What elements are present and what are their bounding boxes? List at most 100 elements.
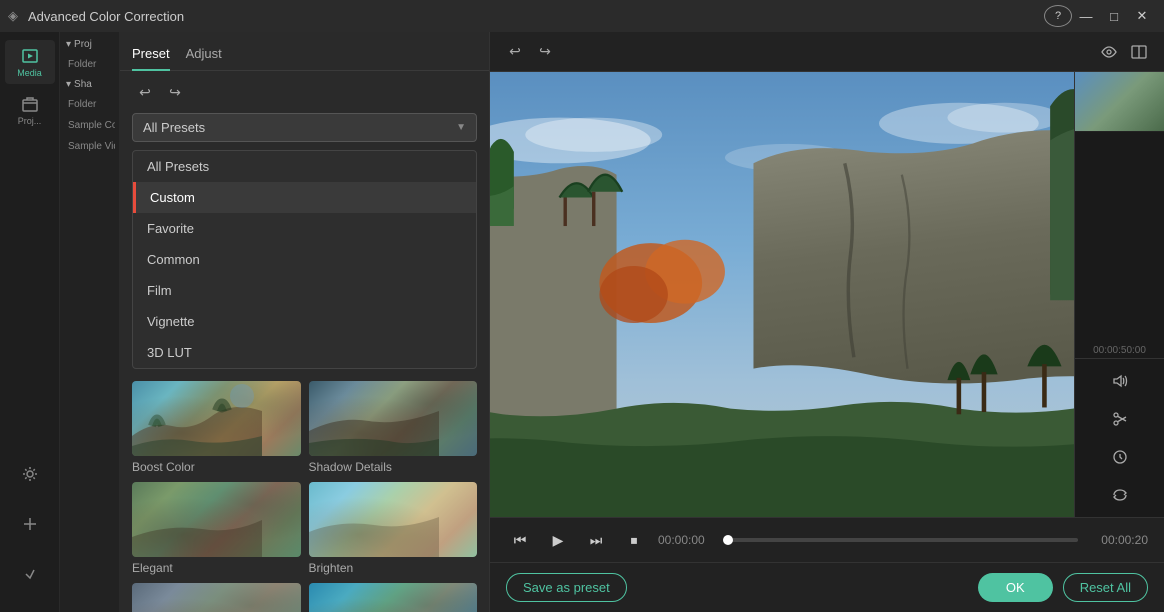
nav-action1[interactable] (5, 452, 55, 496)
sample-vid-item[interactable]: Sample Vid... (64, 137, 115, 156)
next-frame-button[interactable]: ⏭ (582, 526, 610, 554)
preset-shadow-details[interactable]: Shadow Details (309, 381, 478, 474)
nav-action3[interactable] (5, 552, 55, 596)
action3-icon (21, 565, 39, 583)
chevron-down-icon: ▼ (456, 122, 466, 133)
nav-media-label: Media (17, 68, 42, 78)
preset-extra1[interactable] (132, 583, 301, 612)
menu-item-custom[interactable]: Custom (133, 182, 476, 213)
action-buttons-right: OK Reset All (978, 573, 1148, 602)
preset-label-boost: Boost Color (132, 460, 301, 474)
action-bar: Save as preset OK Reset All (490, 562, 1164, 612)
tab-adjust[interactable]: Adjust (186, 40, 222, 71)
projects-icon (21, 95, 39, 113)
nav-projects-label: Proj... (18, 116, 42, 126)
preset-dropdown-container: All Presets ▼ (120, 113, 489, 150)
sample-co-item[interactable]: Sample Co... (64, 116, 115, 135)
play-button[interactable]: ▶ (544, 526, 572, 554)
nav-projects[interactable]: Proj... (5, 88, 55, 132)
current-time: 00:00:00 (658, 533, 718, 547)
menu-item-film[interactable]: Film (133, 275, 476, 306)
split-view-button[interactable] (1126, 39, 1152, 65)
preset-thumbnail-extra2 (309, 583, 478, 612)
redo-preview-button[interactable]: ↪ (532, 39, 558, 65)
preset-scene-elegant (132, 482, 262, 557)
preset-label-elegant: Elegant (132, 561, 301, 575)
project-panel: ▾ Proj Folder ▾ Sha Folder Sample Co... … (60, 32, 120, 612)
preset-thumbnail-brighten (309, 482, 478, 557)
volume-button[interactable] (1104, 365, 1136, 397)
nav-media[interactable]: Media (5, 40, 55, 84)
preview-and-sidebar: 00:00:50:00 (490, 72, 1164, 517)
eye-button[interactable] (1096, 39, 1122, 65)
close-button[interactable]: ✕ (1128, 5, 1156, 27)
preset-scene-shadow (309, 381, 439, 456)
previous-frame-button[interactable]: ⏮ (506, 526, 534, 554)
chevron-icon: ▾ (66, 39, 71, 50)
undo-preview-button[interactable]: ↩ (502, 39, 528, 65)
speed-icon (1112, 449, 1128, 465)
total-time: 00:00:20 (1088, 533, 1148, 547)
action2-icon (21, 515, 39, 533)
project-folder-header[interactable]: ▾ Proj (64, 36, 115, 53)
action1-icon (21, 465, 39, 483)
presets-grid: Boost Color Shadow Details (120, 369, 489, 612)
ok-button[interactable]: OK (978, 573, 1053, 602)
menu-item-vignette[interactable]: Vignette (133, 306, 476, 337)
strip-thumb-1[interactable] (1075, 72, 1164, 132)
preset-elegant[interactable]: Elegant (132, 482, 301, 575)
undo-button[interactable]: ↩ (132, 79, 158, 105)
panel-toolbar: ↩ ↪ (120, 71, 489, 113)
preset-dropdown-menu: All Presets Custom Favorite Common Film … (132, 150, 477, 369)
preset-thumbnail-extra1 (132, 583, 301, 612)
menu-item-all-presets[interactable]: All Presets (133, 151, 476, 182)
title-bar: ◈ Advanced Color Correction ? — □ ✕ (0, 0, 1164, 32)
sha-folder-header[interactable]: ▾ Sha (64, 76, 115, 93)
video-preview (490, 72, 1074, 517)
redo-button[interactable]: ↪ (162, 79, 188, 105)
scissors-button[interactable] (1104, 403, 1136, 435)
reset-all-button[interactable]: Reset All (1063, 573, 1148, 602)
eye-icon (1101, 46, 1117, 58)
color-correction-panel: Preset Adjust ↩ ↪ All Presets ▼ All Pres… (120, 32, 490, 612)
preset-brighten[interactable]: Brighten (309, 482, 478, 575)
right-controls (1075, 358, 1164, 517)
right-sidebar: 00:00:50:00 (1074, 72, 1164, 517)
preset-extra2[interactable] (309, 583, 478, 612)
dropdown-label: All Presets (143, 120, 205, 135)
menu-item-common[interactable]: Common (133, 244, 476, 275)
preset-boost-color[interactable]: Boost Color (132, 381, 301, 474)
help-button[interactable]: ? (1044, 5, 1072, 27)
minimize-button[interactable]: — (1072, 5, 1100, 27)
tab-preset[interactable]: Preset (132, 40, 170, 71)
thumbnail-strip (1075, 72, 1164, 343)
preset-dropdown[interactable]: All Presets ▼ (132, 113, 477, 142)
stop-button[interactable]: ⏹ (620, 526, 648, 554)
save-preset-button[interactable]: Save as preset (506, 573, 627, 602)
sha-folder-item[interactable]: Folder (64, 95, 115, 114)
menu-item-favorite[interactable]: Favorite (133, 213, 476, 244)
app-icon: ◈ (8, 8, 18, 24)
preset-thumbnail-shadow (309, 381, 478, 456)
scissors-icon (1112, 411, 1128, 427)
maximize-button[interactable]: □ (1100, 5, 1128, 27)
app-navigation: Media Proj... (0, 32, 60, 612)
window-title: Advanced Color Correction (24, 9, 1044, 24)
volume-icon (1112, 374, 1128, 388)
menu-item-3d-lut[interactable]: 3D LUT (133, 337, 476, 368)
preset-label-brighten: Brighten (309, 561, 478, 575)
progress-handle[interactable] (723, 535, 733, 545)
project-folder-item[interactable]: Folder (64, 55, 115, 74)
nav-action2[interactable] (5, 502, 55, 546)
progress-bar[interactable] (728, 538, 1078, 542)
timecode-display: 00:00:50:00 (1075, 343, 1164, 358)
scene-svg (490, 72, 1074, 517)
loop-icon (1112, 488, 1128, 502)
loop-button[interactable] (1104, 479, 1136, 511)
split-icon (1131, 45, 1147, 59)
playback-speed-button[interactable] (1104, 441, 1136, 473)
preset-scene-boost (132, 381, 262, 456)
preset-label-shadow: Shadow Details (309, 460, 478, 474)
color-panel-tabs: Preset Adjust (120, 32, 489, 71)
chevron-icon2: ▾ (66, 79, 71, 90)
